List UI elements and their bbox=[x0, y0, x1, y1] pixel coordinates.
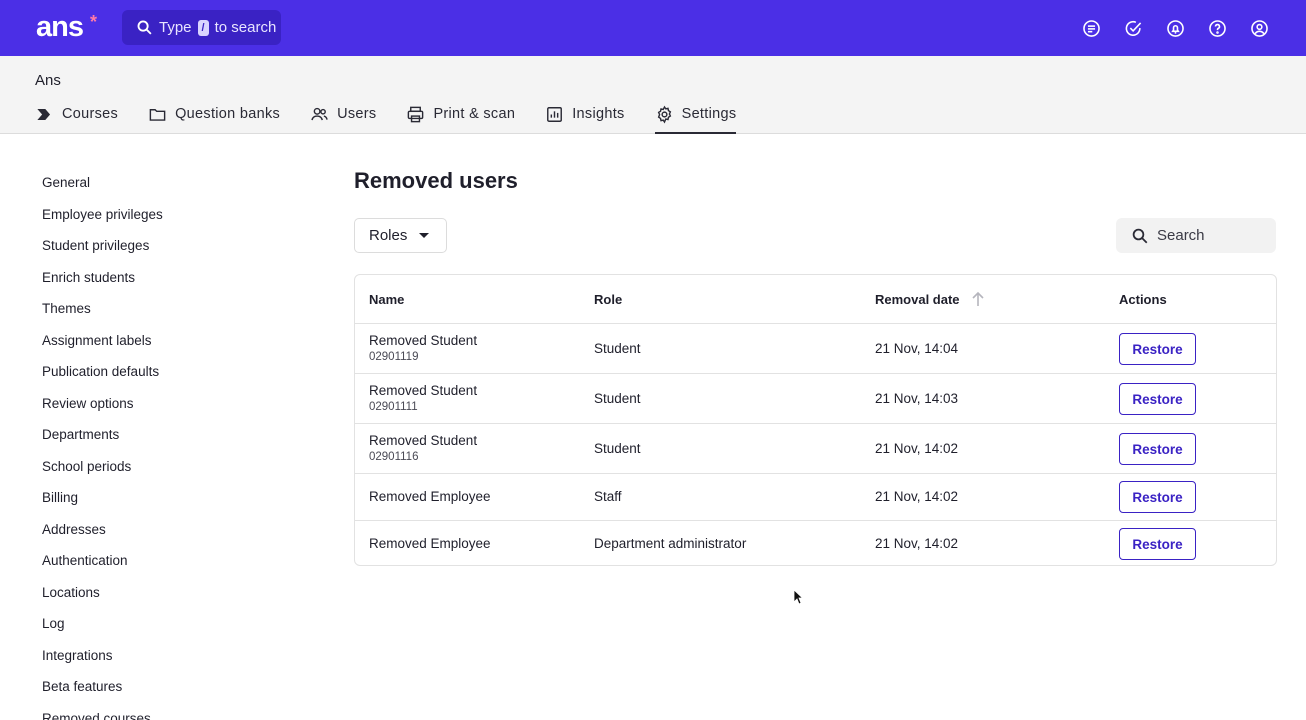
column-header-removal-date[interactable]: Removal date bbox=[875, 292, 960, 307]
restore-button[interactable]: Restore bbox=[1119, 333, 1196, 365]
sidebar-item-student-privileges[interactable]: Student privileges bbox=[42, 235, 163, 267]
restore-button[interactable]: Restore bbox=[1119, 383, 1196, 415]
chart-icon bbox=[547, 107, 563, 122]
search-icon bbox=[1132, 228, 1148, 243]
caret-down-icon bbox=[419, 233, 430, 238]
user-name: Removed Student bbox=[369, 383, 478, 398]
users-icon bbox=[311, 107, 328, 121]
user-name: Removed Employee bbox=[369, 536, 491, 551]
user-role: Department administrator bbox=[594, 536, 747, 551]
courses-icon bbox=[37, 108, 51, 121]
sidebar-item-beta-features[interactable]: Beta features bbox=[42, 676, 163, 708]
tab-label: Print & scan bbox=[433, 106, 516, 122]
sidebar-item-general[interactable]: General bbox=[42, 172, 163, 204]
gear-icon bbox=[657, 105, 671, 124]
table-row: Removed Student 02901111 Student 21 Nov,… bbox=[355, 374, 1276, 424]
removed-users-table: Name Role Removal date Actions Removed S… bbox=[354, 274, 1277, 566]
user-name: Removed Student bbox=[369, 333, 478, 348]
notification-bell-icon[interactable] bbox=[1164, 17, 1186, 39]
user-name: Removed Student bbox=[369, 433, 478, 448]
table-row: Removed Employee Department administrato… bbox=[355, 521, 1276, 568]
tab-courses[interactable]: Courses bbox=[35, 104, 118, 134]
logo-star: * bbox=[90, 12, 98, 32]
removal-date: 21 Nov, 14:02 bbox=[875, 441, 959, 456]
column-header-name[interactable]: Name bbox=[369, 292, 404, 307]
removal-date: 21 Nov, 14:03 bbox=[875, 391, 959, 406]
search-prefix: Type bbox=[159, 19, 192, 36]
account-icon[interactable] bbox=[1248, 17, 1270, 39]
sort-ascending-icon[interactable] bbox=[971, 291, 985, 307]
search-placeholder: Search bbox=[1157, 227, 1205, 244]
restore-button[interactable]: Restore bbox=[1119, 528, 1196, 560]
table-row: Removed Student 02901119 Student 21 Nov,… bbox=[355, 324, 1276, 374]
sub-header: Ans Courses Question banks Users Print &… bbox=[0, 56, 1306, 134]
tab-insights[interactable]: Insights bbox=[545, 104, 624, 134]
roles-filter-label: Roles bbox=[369, 227, 408, 244]
sidebar-item-removed-courses[interactable]: Removed courses bbox=[42, 708, 163, 720]
sidebar-item-authentication[interactable]: Authentication bbox=[42, 550, 163, 582]
tab-print-scan[interactable]: Print & scan bbox=[406, 104, 515, 134]
roles-filter-dropdown[interactable]: Roles bbox=[354, 218, 447, 253]
sidebar-item-addresses[interactable]: Addresses bbox=[42, 519, 163, 551]
sidebar-item-log[interactable]: Log bbox=[42, 613, 163, 645]
organization-name: Ans bbox=[35, 72, 61, 89]
sidebar-item-billing[interactable]: Billing bbox=[42, 487, 163, 519]
main-navigation: Courses Question banks Users Print & sca… bbox=[35, 104, 766, 134]
search-input[interactable]: Search bbox=[1116, 218, 1276, 253]
top-bar: ans * Type / to search bbox=[0, 0, 1306, 56]
page-title: Removed users bbox=[354, 168, 518, 193]
user-role: Student bbox=[594, 341, 641, 356]
sidebar-item-themes[interactable]: Themes bbox=[42, 298, 163, 330]
table-row: Removed Student 02901116 Student 21 Nov,… bbox=[355, 424, 1276, 474]
removal-date: 21 Nov, 14:02 bbox=[875, 536, 959, 551]
sidebar-item-assignment-labels[interactable]: Assignment labels bbox=[42, 330, 163, 362]
sidebar-item-enrich-students[interactable]: Enrich students bbox=[42, 267, 163, 299]
printer-icon bbox=[408, 106, 424, 123]
settings-sidebar: General Employee privileges Student priv… bbox=[42, 172, 163, 720]
user-id: 02901111 bbox=[369, 401, 418, 413]
user-id: 02901116 bbox=[369, 451, 419, 463]
sidebar-item-departments[interactable]: Departments bbox=[42, 424, 163, 456]
tab-label: Users bbox=[337, 106, 377, 122]
tab-label: Courses bbox=[62, 106, 119, 122]
user-role: Student bbox=[594, 441, 641, 456]
search-suffix: to search bbox=[214, 19, 277, 36]
check-circle-icon[interactable] bbox=[1122, 17, 1144, 39]
help-icon[interactable] bbox=[1206, 17, 1228, 39]
global-search-button[interactable]: Type / to search bbox=[122, 10, 281, 45]
user-role: Student bbox=[594, 391, 641, 406]
removal-date: 21 Nov, 14:04 bbox=[875, 341, 959, 356]
folder-icon bbox=[149, 109, 166, 121]
user-id: 02901119 bbox=[369, 351, 419, 363]
tab-users[interactable]: Users bbox=[310, 104, 376, 134]
tab-label: Insights bbox=[572, 106, 625, 122]
user-name: Removed Employee bbox=[369, 489, 491, 504]
search-icon bbox=[137, 20, 152, 35]
sidebar-item-school-periods[interactable]: School periods bbox=[42, 456, 163, 488]
sidebar-item-publication-defaults[interactable]: Publication defaults bbox=[42, 361, 163, 393]
tab-label: Settings bbox=[681, 106, 737, 122]
table-row: Removed Employee Staff 21 Nov, 14:02 Res… bbox=[355, 474, 1276, 521]
tab-question-banks[interactable]: Question banks bbox=[148, 104, 280, 134]
column-header-actions: Actions bbox=[1119, 292, 1167, 307]
tab-label: Question banks bbox=[175, 106, 281, 122]
mouse-cursor-icon bbox=[793, 589, 803, 605]
removal-date: 21 Nov, 14:02 bbox=[875, 489, 959, 504]
restore-button[interactable]: Restore bbox=[1119, 433, 1196, 465]
sidebar-item-integrations[interactable]: Integrations bbox=[42, 645, 163, 677]
sidebar-item-review-options[interactable]: Review options bbox=[42, 393, 163, 425]
sidebar-item-employee-privileges[interactable]: Employee privileges bbox=[42, 204, 163, 236]
feedback-icon[interactable] bbox=[1080, 17, 1102, 39]
column-header-role[interactable]: Role bbox=[594, 292, 622, 307]
restore-button[interactable]: Restore bbox=[1119, 481, 1196, 513]
ans-logo[interactable]: ans bbox=[36, 12, 84, 42]
sidebar-item-locations[interactable]: Locations bbox=[42, 582, 163, 614]
user-role: Staff bbox=[594, 489, 622, 504]
table-header: Name Role Removal date Actions bbox=[355, 275, 1276, 324]
tab-settings[interactable]: Settings bbox=[654, 104, 737, 134]
search-shortcut-key: / bbox=[197, 19, 209, 36]
